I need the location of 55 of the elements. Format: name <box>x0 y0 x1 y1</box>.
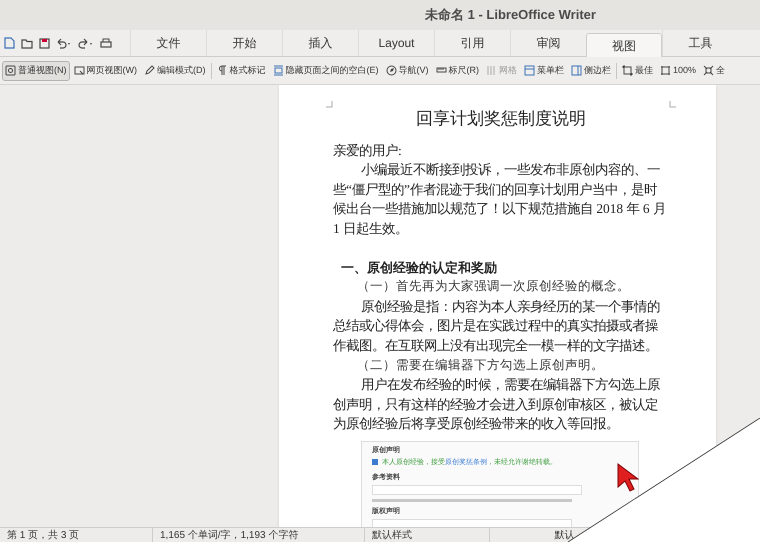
zoom-fit-icon <box>622 65 633 76</box>
tab[interactable]: 工具 <box>662 30 738 56</box>
corner-mark-icon <box>669 101 676 108</box>
toolbar-button[interactable]: 编辑模式(D) <box>141 60 208 80</box>
cursor-arrow-icon <box>617 463 639 493</box>
save-icon[interactable] <box>39 38 50 48</box>
grid-icon <box>486 65 497 76</box>
undo-icon[interactable] <box>56 38 72 48</box>
paragraph: 用户在发布经验的时候，需要在编辑器下方勾选上原创声明，只有这样的经验才会进入到原创审核区，被认定为原创经验后将享受原创经验带来的收入等回报。 <box>333 376 661 434</box>
corner-mark-icon <box>326 101 333 108</box>
subheading: （二）需要在编辑器下方勾选上原创声明。 <box>356 356 605 374</box>
toolbar-button[interactable]: 隐藏页面之间的空白(E) <box>270 60 382 80</box>
subheading: （一）首先再为大家强调一次原创经验的概念。 <box>356 278 631 296</box>
tab[interactable]: 文件 <box>130 30 206 56</box>
new-document-icon[interactable] <box>4 37 15 49</box>
web-view-icon <box>74 65 84 76</box>
pencil-icon <box>144 65 155 76</box>
fullscreen-icon <box>703 65 714 76</box>
toolbar-button[interactable]: 全 <box>700 60 728 80</box>
toolbar-button[interactable]: 格式标记 <box>214 60 268 80</box>
sidebar-icon <box>571 65 582 76</box>
pilcrow-icon <box>216 65 228 76</box>
paragraph: 原创经验是指：内容为本人亲身经历的某一个事情的总结或心得体会，图片是在实践过程中的真实拍摄或者操作截图。在互联网上没有出现完全一模一样的文字描述。 <box>333 298 661 355</box>
toolbar-button[interactable]: 侧边栏 <box>568 60 614 80</box>
text-field[interactable] <box>372 484 582 495</box>
compass-icon <box>386 65 396 76</box>
toolbar-button[interactable]: 普通视图(N) <box>2 60 70 80</box>
printer-icon[interactable] <box>100 38 112 48</box>
paragraph: 小编最近不断接到投诉，一些发布非原创内容的、一些“僵尸型的”作者混迹于我们的回享计划用户当中，是时候出台一些措施加以规范了！以下规范措施自 2018 年 6 月 1 日起生效。 <box>333 161 667 238</box>
status-text: 1,165 个单词/字，1,193 个字符 <box>153 528 365 542</box>
tab[interactable]: 开始 <box>206 30 282 56</box>
toolbar-button[interactable]: 最佳 <box>619 60 656 80</box>
status-text: 第 1 页，共 3 页 <box>0 528 153 542</box>
toolbar-button[interactable]: 网页视图(W) <box>70 60 140 80</box>
tab[interactable]: 插入 <box>282 30 358 56</box>
toolbar-button[interactable]: 导航(V) <box>382 60 432 80</box>
redo-icon[interactable] <box>78 38 94 48</box>
page-gap-icon <box>272 65 284 76</box>
tab[interactable]: 引用 <box>434 30 510 56</box>
menubar-icon <box>524 65 535 76</box>
toolbar-button[interactable]: 100% <box>657 60 700 80</box>
status-text: 默认样式 <box>365 528 490 542</box>
normal-view-icon <box>5 65 16 76</box>
toolbar-button[interactable]: 标尺(R) <box>432 60 482 80</box>
greeting-text: 亲爱的用户: <box>333 142 403 160</box>
text-field[interactable] <box>372 518 572 527</box>
folder-icon[interactable] <box>21 38 33 48</box>
document-title: 回享计划奖惩制度说明 <box>415 109 587 129</box>
window-title: 未命名 1 - LibreOffice Writer <box>425 6 596 24</box>
tab[interactable]: 视图 <box>586 33 662 57</box>
zoom-icon <box>660 65 671 76</box>
toolbar-button[interactable]: 菜单栏 <box>521 60 567 80</box>
section-heading: 一、原创经验的认定和奖励 <box>340 258 498 277</box>
checkbox[interactable] <box>372 459 378 466</box>
tab[interactable]: Layout <box>358 30 434 56</box>
